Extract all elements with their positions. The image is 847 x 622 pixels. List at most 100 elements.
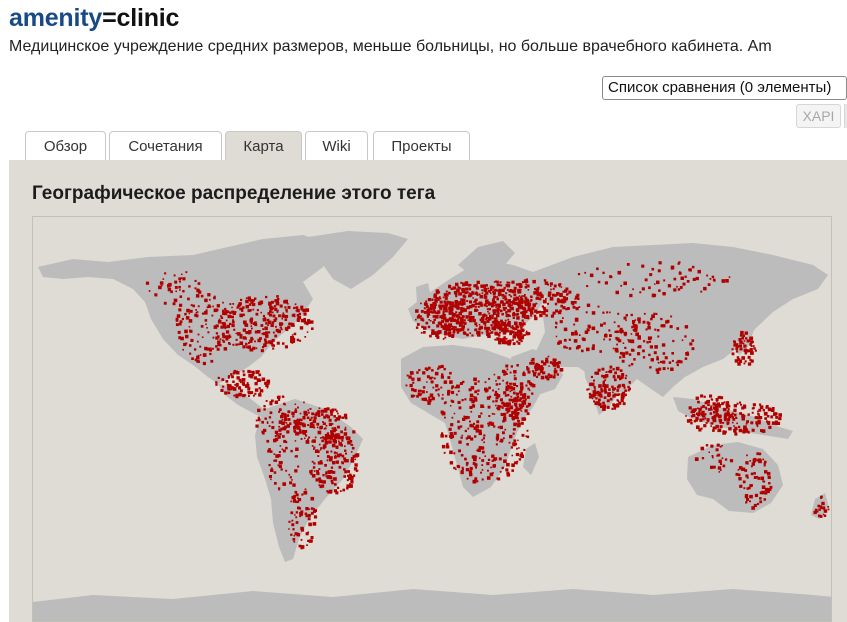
- clinic-point: [660, 317, 663, 321]
- clinic-point: [609, 365, 613, 369]
- clinic-point: [272, 302, 274, 304]
- clinic-point: [657, 361, 660, 364]
- clinic-point: [263, 405, 266, 408]
- clinic-point: [466, 300, 469, 303]
- clinic-point: [654, 328, 657, 331]
- tab-combinations[interactable]: Сочетания: [109, 131, 222, 160]
- clinic-point: [280, 415, 284, 419]
- distribution-map[interactable]: [32, 216, 832, 622]
- clinic-point: [447, 332, 452, 336]
- clinic-point: [442, 296, 445, 299]
- clinic-point: [733, 404, 737, 408]
- clinic-point: [731, 421, 734, 424]
- clinic-point: [662, 352, 666, 355]
- clinic-point: [219, 338, 222, 341]
- compare-list-select[interactable]: Список сравнения (0 элементы): [602, 76, 847, 100]
- clinic-point: [508, 414, 511, 417]
- clinic-point: [292, 496, 296, 499]
- tab-map[interactable]: Карта: [225, 131, 302, 161]
- xapi-button[interactable]: XAPI: [796, 104, 841, 128]
- clinic-point: [318, 407, 321, 410]
- clinic-point: [491, 303, 495, 307]
- clinic-point: [771, 407, 775, 410]
- clinic-point: [271, 467, 273, 469]
- clinic-point: [624, 389, 627, 392]
- clinic-point: [278, 487, 281, 490]
- clinic-point: [485, 314, 488, 317]
- clinic-point: [643, 312, 646, 315]
- clinic-point: [759, 500, 763, 504]
- clinic-point: [630, 313, 633, 317]
- clinic-point: [556, 365, 560, 369]
- clinic-point: [685, 415, 687, 417]
- clinic-point: [603, 396, 607, 399]
- clinic-point: [223, 347, 228, 351]
- clinic-point: [764, 470, 768, 474]
- clinic-point: [473, 396, 478, 401]
- clinic-point: [240, 307, 244, 311]
- clinic-point: [310, 320, 314, 324]
- clinic-point: [763, 464, 766, 467]
- clinic-point: [343, 475, 346, 478]
- clinic-point: [344, 470, 348, 474]
- clinic-point: [197, 333, 200, 336]
- clinic-point: [477, 333, 481, 337]
- clinic-point: [493, 373, 496, 376]
- tab-projects[interactable]: Проекты: [373, 131, 470, 160]
- clinic-point: [487, 301, 490, 304]
- clinic-point: [443, 451, 446, 454]
- clinic-point: [734, 432, 738, 436]
- clinic-point: [445, 290, 448, 293]
- clinic-point: [228, 342, 231, 345]
- clinic-point: [220, 325, 224, 329]
- clinic-point: [297, 465, 300, 468]
- clinic-point: [573, 323, 576, 326]
- clinic-point: [632, 288, 634, 291]
- clinic-point: [719, 425, 723, 429]
- clinic-point: [529, 382, 532, 386]
- clinic-point: [346, 487, 349, 490]
- clinic-point: [486, 396, 491, 400]
- clinic-point: [559, 285, 561, 288]
- clinic-point: [613, 404, 617, 408]
- clinic-point: [476, 420, 480, 424]
- clinic-point: [313, 446, 316, 449]
- tag-key[interactable]: amenity: [9, 4, 102, 32]
- clinic-point: [336, 452, 338, 454]
- tab-wiki[interactable]: Wiki: [305, 131, 368, 160]
- clinic-point: [273, 438, 277, 443]
- clinic-point: [484, 288, 487, 291]
- clinic-point: [616, 343, 618, 346]
- map-panel: Географическое распределение этого тега: [9, 160, 847, 622]
- clinic-point: [296, 533, 300, 537]
- clinic-point: [285, 310, 288, 313]
- clinic-point: [613, 407, 617, 410]
- clinic-point: [222, 309, 225, 312]
- clinic-point: [290, 449, 293, 453]
- clinic-point: [195, 309, 197, 311]
- clinic-point: [301, 528, 305, 532]
- clinic-point: [299, 326, 304, 330]
- clinic-point: [606, 406, 610, 409]
- clinic-point: [338, 433, 340, 435]
- clinic-point: [186, 308, 190, 313]
- clinic-point: [485, 316, 489, 320]
- clinic-point: [679, 286, 683, 289]
- clinic-point: [520, 407, 523, 410]
- clinic-point: [527, 289, 530, 291]
- clinic-point: [300, 545, 305, 549]
- tab-overview[interactable]: Обзор: [25, 131, 106, 160]
- clinic-point: [669, 325, 673, 329]
- clinic-point: [474, 435, 477, 438]
- clinic-point: [440, 386, 443, 389]
- clinic-point: [293, 498, 296, 502]
- clinic-point: [236, 376, 240, 380]
- clinic-point: [566, 293, 569, 296]
- clinic-point: [556, 373, 559, 376]
- clinic-point: [759, 403, 762, 406]
- clinic-point: [426, 375, 430, 379]
- clinic-point: [704, 406, 707, 409]
- clinic-point: [438, 304, 442, 308]
- clinic-point: [472, 319, 476, 323]
- clinic-point: [691, 265, 695, 269]
